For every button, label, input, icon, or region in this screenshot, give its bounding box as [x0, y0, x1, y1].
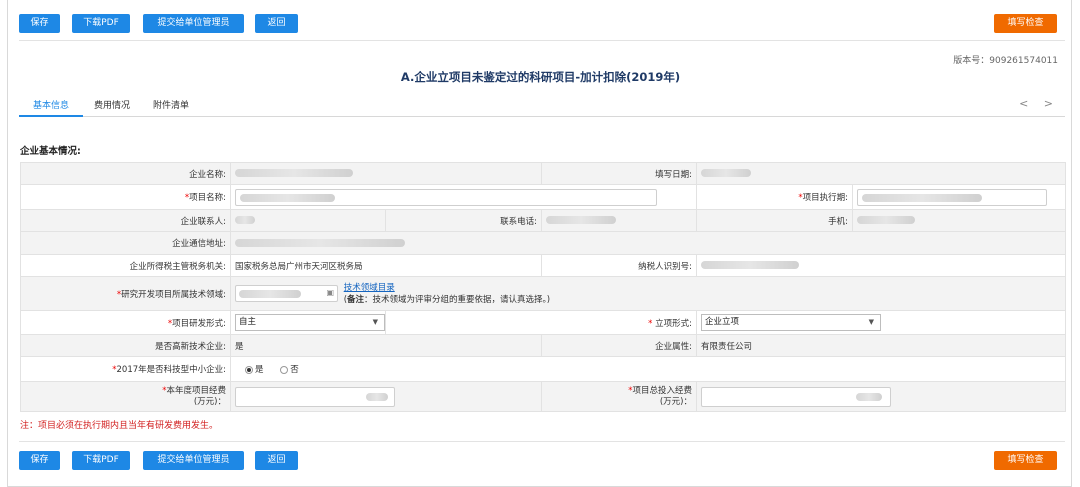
fill-check-button[interactable]: 填写检查: [994, 14, 1057, 33]
section-title: 企业基本情况:: [20, 146, 81, 157]
table-row: 企业名称: 填写日期:: [20, 162, 1066, 185]
project-period-label: 项目执行期:: [802, 193, 848, 203]
table-row: *研究开发项目所属技术领域: ▣ 技术领域目录 (备注：技术领域为评审分组的重要…: [20, 276, 1066, 311]
phone-value: [541, 209, 697, 232]
project-period-input[interactable]: [857, 188, 1047, 206]
note-bold: 备注: [347, 294, 365, 305]
sme-yes-radio[interactable]: 是: [245, 365, 264, 375]
table-row: 企业所得税主管税务机关: 国家税务总局广州市天河区税务局 纳税人识别号:: [20, 254, 1066, 277]
table-row: 企业通信地址:: [20, 231, 1066, 255]
save-button[interactable]: 保存: [19, 14, 60, 33]
tab-attachments[interactable]: 附件清单: [143, 97, 199, 115]
company-name-value: [230, 162, 542, 185]
submit-to-admin-button[interactable]: 提交给单位管理员: [143, 14, 244, 33]
taxpayer-id-value: [696, 254, 1066, 277]
download-pdf-button[interactable]: 下载PDF: [72, 14, 130, 33]
download-pdf-button-bottom[interactable]: 下载PDF: [72, 451, 130, 470]
chevron-down-icon: ▼: [372, 318, 378, 326]
radio-checked-icon: [245, 365, 253, 374]
form-page: 保存 下载PDF 提交给单位管理员 返回 填写检查 版本号：9092615740…: [7, 0, 1072, 487]
company-info-table: 企业名称: 填写日期: *项目名称: *项目执行期: 企业联系人: 联系电话: …: [20, 162, 1066, 412]
save-button-bottom[interactable]: 保存: [19, 451, 60, 470]
version-number: 版本号：909261574011: [953, 56, 1058, 66]
tax-authority-label: 企业所得税主管税务机关:: [20, 254, 231, 277]
page-title: A.企业立项目未鉴定过的科研项目-加计扣除(2019年): [400, 70, 681, 84]
tab-expenses[interactable]: 费用情况: [87, 97, 137, 115]
approval-form-select[interactable]: 企业立项 ▼: [701, 314, 881, 331]
contact-value: [230, 209, 386, 232]
company-name-label: 企业名称:: [20, 162, 231, 185]
calendar-icon[interactable]: ▣: [326, 288, 334, 297]
submit-to-admin-button-bottom[interactable]: 提交给单位管理员: [143, 451, 244, 470]
fill-date-label: 填写日期:: [541, 162, 697, 185]
rd-form-label: 项目研发形式:: [172, 318, 226, 329]
approval-form-label: 立项形式:: [652, 318, 692, 329]
address-value: [230, 231, 1066, 255]
tech-field-note: ：技术领域为评审分组的重要依据，请认真选择。): [364, 294, 551, 305]
total-funds-label: 项目总投入经费: [632, 385, 692, 396]
annual-funds-input[interactable]: [235, 386, 395, 407]
divider: [19, 40, 1065, 41]
chevron-down-icon: ▼: [868, 318, 874, 326]
divider: [19, 441, 1065, 442]
high-tech-value: 是: [230, 334, 542, 357]
company-type-value: 有限责任公司: [696, 334, 1066, 357]
sme-label: 2017年是否科技型中小企业:: [116, 365, 227, 375]
radio-unchecked-icon: [280, 365, 289, 374]
footnote: 注：项目必须在执行期内且当年有研发费用发生。: [20, 421, 219, 431]
fill-date-value: [696, 162, 1066, 185]
tab-scroll-arrows[interactable]: < >: [1019, 97, 1059, 110]
tab-bar: 基本信息 费用情况 附件清单 < >: [19, 97, 1065, 117]
contact-label: 企业联系人:: [20, 209, 231, 232]
table-row: *项目名称: *项目执行期:: [20, 184, 1066, 210]
fill-check-button-bottom[interactable]: 填写检查: [994, 451, 1057, 470]
taxpayer-id-label: 纳税人识别号:: [541, 254, 697, 277]
table-row: *2017年是否科技型中小企业: 是 否: [20, 356, 1066, 382]
tech-field-selector[interactable]: ▣: [235, 285, 338, 302]
back-button[interactable]: 返回: [255, 14, 298, 33]
company-type-label: 企业属性:: [541, 334, 697, 357]
tab-basic-info[interactable]: 基本信息: [19, 97, 83, 117]
mobile-value: [852, 209, 1066, 232]
back-button-bottom[interactable]: 返回: [255, 451, 298, 470]
high-tech-label: 是否高新技术企业:: [20, 334, 231, 357]
project-name-label: 项目名称:: [189, 193, 226, 203]
phone-label: 联系电话:: [385, 209, 542, 232]
rd-form-select[interactable]: 自主 ▼: [235, 314, 385, 331]
table-row: *项目研发形式: 自主 ▼ * 立项形式: 企业立项 ▼: [20, 310, 1066, 335]
table-row: 是否高新技术企业: 是 企业属性: 有限责任公司: [20, 334, 1066, 357]
address-label: 企业通信地址:: [20, 231, 231, 255]
total-funds-input[interactable]: [701, 386, 891, 407]
table-row: *本年度项目经费 (万元)： *项目总投入经费 (万元)：: [20, 381, 1066, 412]
mobile-label: 手机:: [696, 209, 853, 232]
project-name-input[interactable]: [235, 188, 657, 206]
tech-field-catalog-link[interactable]: 技术领域目录: [344, 283, 395, 293]
annual-funds-label: 本年度项目经费: [166, 385, 226, 396]
sme-no-radio[interactable]: 否: [280, 365, 299, 375]
table-row: 企业联系人: 联系电话: 手机:: [20, 209, 1066, 232]
tax-authority-value: 国家税务总局广州市天河区税务局: [230, 254, 542, 277]
tech-field-label: 研究开发项目所属技术领域:: [121, 289, 226, 300]
